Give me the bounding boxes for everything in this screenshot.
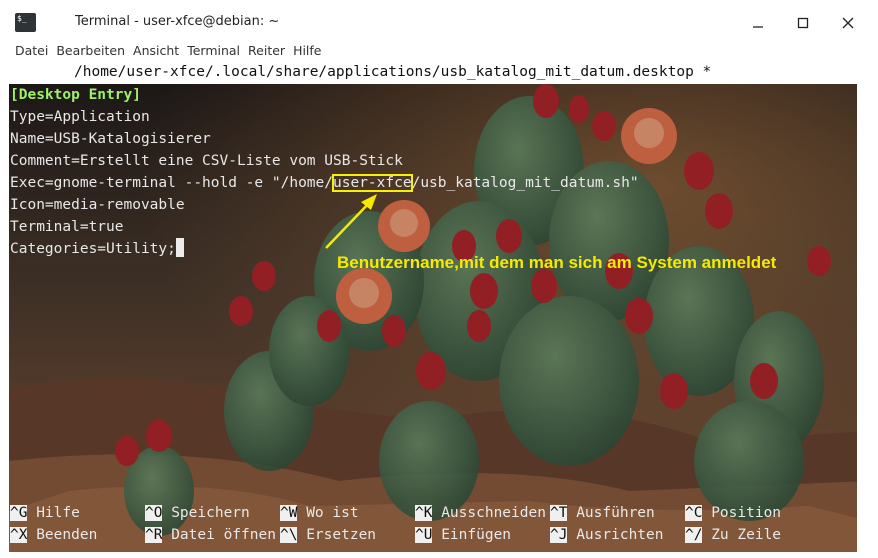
shortcut-key: ^R <box>145 527 163 543</box>
menu-hilfe[interactable]: Hilfe <box>279 40 325 62</box>
code-line: Comment=Erstellt eine CSV-Liste vom USB-… <box>10 153 403 169</box>
shortcut-exit[interactable]: ^X Beenden <box>10 524 145 546</box>
menu-bearbeiten[interactable]: Bearbeiten <box>42 40 129 62</box>
terminal-view[interactable]: /home/user-xfce/.local/share/application… <box>9 61 869 552</box>
shortcut-cut[interactable]: ^K Ausschneiden <box>415 502 550 524</box>
shortcut-label: Datei öffnen <box>171 527 276 543</box>
code-line: Type=Application <box>10 109 150 125</box>
shortcut-label: Beenden <box>36 527 98 543</box>
code-line: Categories=Utility; <box>10 241 176 257</box>
code-line: Exec=gnome-terminal --hold -e "/home/ <box>10 175 334 191</box>
scrollbar[interactable] <box>857 61 869 552</box>
shortcut-execute[interactable]: ^T Ausführen <box>550 502 685 524</box>
shortcut-paste[interactable]: ^U Einfügen <box>415 524 550 546</box>
minimize-button[interactable] <box>747 12 769 34</box>
shortcut-key: ^X <box>10 527 28 543</box>
shortcut-replace[interactable]: ^\ Ersetzen <box>280 524 415 546</box>
terminal-icon: $_ <box>15 13 36 32</box>
shortcut-label: Zu Zeile <box>711 527 782 543</box>
shortcut-bar: ^G Hilfe ^O Speichern ^W Wo ist ^K Aussc… <box>10 502 820 546</box>
shortcut-key: ^T <box>550 505 568 521</box>
shortcut-read-file[interactable]: ^R Datei öffnen <box>145 524 280 546</box>
code-line: Terminal=true <box>10 219 124 235</box>
close-icon <box>842 17 854 29</box>
nano-header: /home/user-xfce/.local/share/application… <box>9 61 857 84</box>
shortcut-key: ^J <box>550 527 568 543</box>
code-line: /usb_katalog_mit_datum.sh" <box>411 175 639 191</box>
shortcut-go-to-line[interactable]: ^/ Zu Zeile <box>685 524 820 546</box>
annotation-arrow-icon <box>325 194 377 249</box>
shortcut-row: ^X Beenden ^R Datei öffnen ^\ Ersetzen ^… <box>10 524 820 546</box>
shortcut-key: ^C <box>685 505 703 521</box>
window-title: Terminal - user-xfce@debian: ~ <box>75 14 280 29</box>
shortcut-label: Ausschneiden <box>441 505 546 521</box>
title-bar: $_ Terminal - user-xfce@debian: ~ <box>0 0 878 44</box>
file-path: /home/user-xfce/.local/share/application… <box>74 64 712 80</box>
shortcut-key: ^G <box>10 505 28 521</box>
shortcut-label: Position <box>711 505 782 521</box>
shortcut-label: Ausführen <box>576 505 655 521</box>
maximize-icon <box>797 17 809 29</box>
shortcut-key: ^\ <box>280 527 298 543</box>
code-line: [Desktop Entry] <box>10 87 141 103</box>
shortcut-label: Hilfe <box>36 505 80 521</box>
shortcut-key: ^W <box>280 505 298 521</box>
code-line: Icon=media-removable <box>10 197 185 213</box>
shortcut-where-is[interactable]: ^W Wo ist <box>280 502 415 524</box>
code-line: Name=USB-Katalogisierer <box>10 131 211 147</box>
shortcut-label: Wo ist <box>306 505 359 521</box>
shortcut-label: Ersetzen <box>306 527 377 543</box>
shortcut-label: Einfügen <box>441 527 512 543</box>
maximize-button[interactable] <box>792 12 814 34</box>
annotation-text: Benutzername,mit dem man sich am System … <box>337 253 777 272</box>
menu-bar: Datei Bearbeiten Ansicht Terminal Reiter… <box>0 40 878 62</box>
shortcut-position[interactable]: ^C Position <box>685 502 820 524</box>
shortcut-row: ^G Hilfe ^O Speichern ^W Wo ist ^K Aussc… <box>10 502 820 524</box>
shortcut-key: ^/ <box>685 527 703 543</box>
window-bottom-border <box>0 552 878 558</box>
shortcut-label: Speichern <box>171 505 250 521</box>
close-button[interactable] <box>837 12 859 34</box>
shortcut-save[interactable]: ^O Speichern <box>145 502 280 524</box>
text-cursor <box>175 238 184 257</box>
annotation-label: Benutzername,mit dem man sich am System … <box>337 253 776 273</box>
shortcut-key: ^U <box>415 527 433 543</box>
minimize-icon <box>753 26 763 28</box>
shortcut-label: Ausrichten <box>576 527 664 543</box>
shortcut-key: ^K <box>415 505 433 521</box>
shortcut-help[interactable]: ^G Hilfe <box>10 502 145 524</box>
shortcut-justify[interactable]: ^J Ausrichten <box>550 524 685 546</box>
shortcut-key: ^O <box>145 505 163 521</box>
